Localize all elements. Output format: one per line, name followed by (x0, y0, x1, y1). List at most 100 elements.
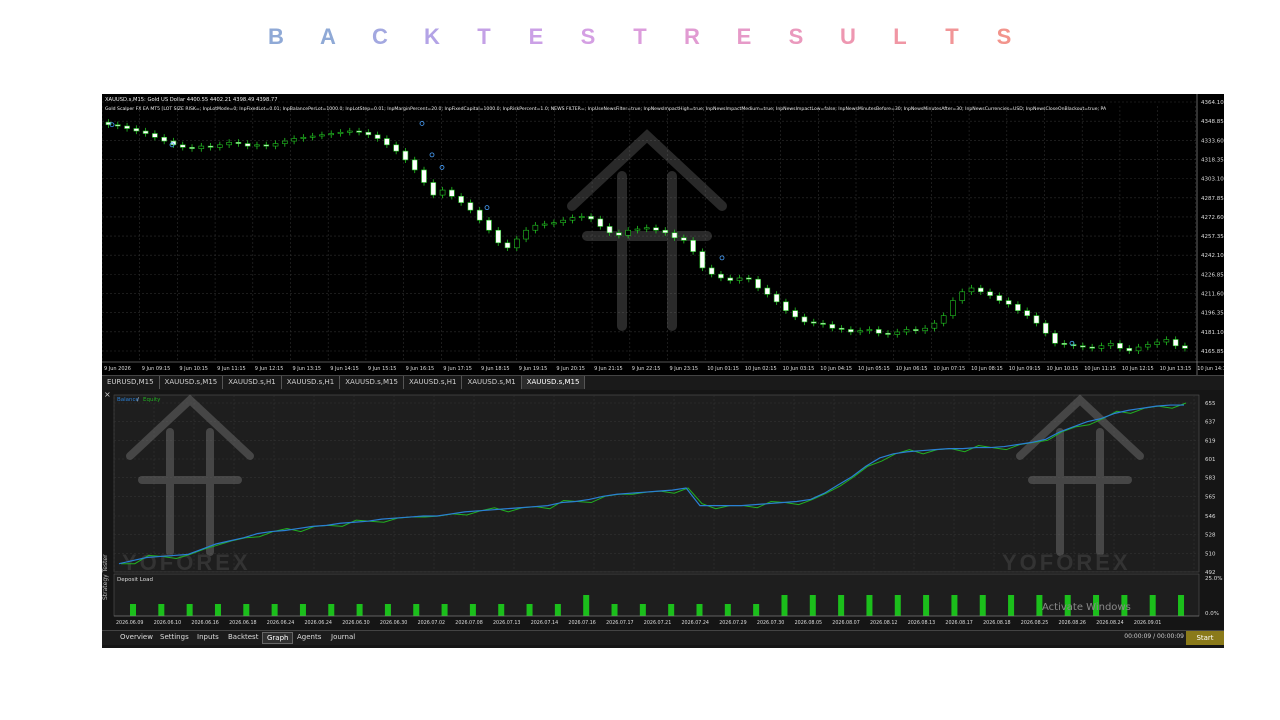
candle-body (578, 216, 585, 218)
deposit-bar (611, 604, 618, 616)
deposit-bar (356, 604, 363, 616)
candle-body (959, 291, 966, 301)
time-tick-label: 10 Jun 02:15 (745, 366, 777, 372)
date-tick-label: 2026.08.07 (832, 620, 859, 626)
candle-body (179, 144, 186, 148)
candle-body (560, 219, 567, 224)
candle-body (458, 196, 464, 203)
symbol-tab[interactable]: XAUUSD.s,M15 (160, 376, 224, 389)
candle-body (1005, 300, 1012, 305)
deposit-bar (130, 604, 136, 616)
candle-body (643, 227, 650, 230)
candle-body (894, 331, 901, 335)
start-button[interactable]: Start (1186, 631, 1224, 645)
legend-equity: Equity (143, 397, 161, 403)
candle-body (940, 315, 947, 324)
candle-body (449, 189, 455, 197)
candle-body (810, 321, 817, 324)
deposit-bar (951, 595, 958, 616)
candle-body (1182, 345, 1188, 349)
deposit-bar (413, 604, 420, 616)
date-tick-label: 2026.07.24 (682, 620, 709, 626)
time-tick-label: 10 Jun 09:15 (1009, 366, 1041, 372)
symbol-tab[interactable]: XAUUSD.s,M15 (340, 376, 404, 389)
candle-body (727, 277, 734, 281)
tab-journal[interactable]: Journal (327, 632, 359, 642)
title-letter: K (424, 24, 440, 49)
candle-body (866, 329, 873, 332)
candle-body (736, 277, 743, 281)
candle-body (1042, 322, 1049, 334)
title-letter: R (684, 24, 700, 49)
watermark-roof (567, 129, 727, 211)
date-tick-label: 2026.08.24 (1096, 620, 1123, 626)
candle-body (625, 229, 631, 236)
candle-body (913, 329, 919, 332)
price-tick-label: 4272.60 (1201, 215, 1224, 221)
candle-body (1052, 332, 1058, 344)
candle-body (282, 140, 288, 144)
time-tick-label: 9 Jun 22:15 (632, 366, 661, 372)
tab-overview[interactable]: Overview (116, 632, 157, 642)
time-tick-label: 9 Jun 17:15 (443, 366, 472, 372)
symbol-tab[interactable]: XAUUSD.s,M1 (462, 376, 522, 389)
deposit-tick-label: 0.0% (1205, 611, 1219, 617)
date-tick-label: 2026.07.16 (568, 620, 595, 626)
candle-body (968, 287, 975, 293)
deposit-bar (838, 595, 845, 616)
candle-body (152, 133, 158, 138)
candle-body (319, 134, 325, 137)
date-tick-label: 2026.07.30 (757, 620, 784, 626)
tab-graph[interactable]: Graph (262, 632, 294, 644)
candle-body (755, 278, 761, 289)
time-tick-label: 9 Jun 19:15 (519, 366, 548, 372)
balance-tick-label: 583 (1205, 476, 1216, 482)
candle-body (346, 130, 353, 133)
time-tick-label: 9 Jun 2026 (104, 366, 131, 372)
candle-body (142, 130, 149, 134)
candle-body (838, 327, 845, 330)
candle-body (820, 322, 826, 325)
strategy-tester-panel: 655 637 619 601 583 565 546 528 510 492 YOFOREX YOF… (102, 390, 1224, 648)
title-letter: E (528, 24, 544, 49)
candle-body (291, 138, 297, 142)
date-tick-label: 2026.08.18 (983, 620, 1010, 626)
candle-body (996, 295, 1003, 301)
time-tick-label: 10 Jun 11:15 (1084, 366, 1116, 372)
candle-body (718, 273, 724, 279)
symbol-tab[interactable]: XAUUSD.s,H1 (223, 376, 282, 389)
title-letter: T (633, 24, 647, 49)
candle-body (217, 144, 223, 148)
candle-body (189, 147, 195, 149)
symbol-tab[interactable]: XAUUSD.s,H1 (282, 376, 341, 389)
candle-body (402, 150, 409, 161)
symbol-tab[interactable]: XAUUSD.s,M15 (521, 376, 586, 389)
candle-body (616, 232, 622, 236)
date-tick-label: 2026.06.18 (229, 620, 256, 626)
deposit-bar (554, 604, 561, 616)
candle-body (133, 128, 140, 132)
close-icon[interactable]: × (104, 390, 111, 399)
tab-inputs[interactable]: Inputs (193, 632, 223, 642)
candle-body (1098, 345, 1105, 349)
symbol-tab[interactable]: EURUSD,M15 (102, 376, 160, 389)
price-chart[interactable]: 4364.10 4348.85 4333.60 4318.35 4303.10 4287.… (102, 94, 1224, 375)
candle-body (950, 300, 956, 316)
date-tick-label: 2026.06.16 (191, 620, 218, 626)
tab-backtest[interactable]: Backtest (224, 632, 262, 642)
balance-tick-label: 510 (1205, 551, 1216, 557)
tab-settings[interactable]: Settings (156, 632, 193, 642)
candle-body (1163, 339, 1170, 343)
candle-body (309, 135, 316, 138)
trade-marker (429, 152, 435, 158)
candle-body (114, 124, 121, 127)
deposit-bar (979, 595, 986, 616)
date-tick-label: 2026.06.24 (267, 620, 294, 626)
symbol-tab[interactable]: XAUUSD.s,H1 (404, 376, 463, 389)
candle-body (384, 138, 390, 146)
candle-body (226, 142, 232, 146)
candle-body (374, 134, 381, 139)
tab-agents[interactable]: Agents (293, 632, 325, 642)
deposit-bar (781, 595, 788, 616)
watermark-text: YOFOREX (1002, 550, 1131, 575)
